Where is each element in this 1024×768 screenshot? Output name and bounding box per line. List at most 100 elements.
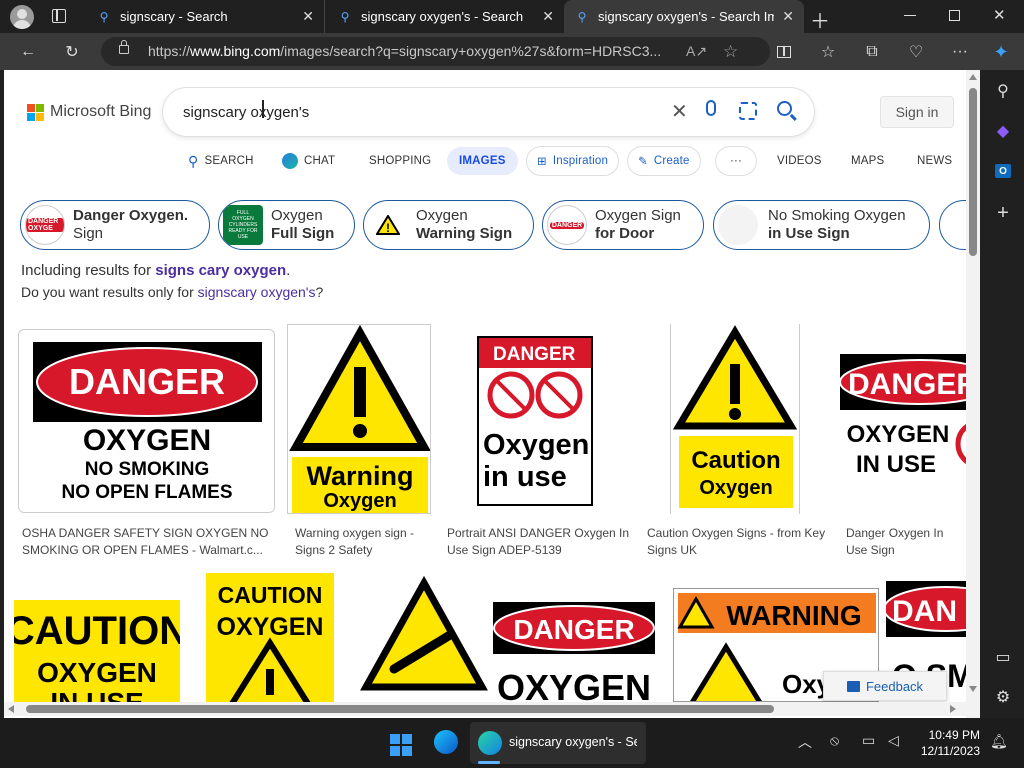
nav-images[interactable]: IMAGES bbox=[447, 146, 518, 176]
nav-inspiration[interactable]: ⊞ Inspiration bbox=[526, 146, 620, 176]
nav-videos[interactable]: VIDEOS bbox=[777, 146, 822, 176]
image-result[interactable]: DANGER Oxygen in use bbox=[477, 336, 593, 506]
chip-thumbnail: ! bbox=[368, 205, 408, 245]
close-tab-icon[interactable]: ✕ bbox=[302, 8, 314, 25]
scroll-up-arrow[interactable] bbox=[969, 74, 977, 80]
tab-signscary-oxygens-search[interactable]: ⚲ signscary oxygen's - Search ✕ bbox=[324, 0, 564, 33]
nav-create[interactable]: ✎ Create bbox=[627, 146, 701, 176]
image-result[interactable]: CAUTION OXYGEN IN USE bbox=[14, 600, 180, 702]
image-result[interactable]: DANGER OXYGEN IN USE bbox=[840, 324, 966, 514]
edge-preview-icon[interactable] bbox=[434, 730, 458, 754]
add-sidebar-app-icon[interactable]: + bbox=[992, 202, 1014, 224]
outlook-icon[interactable]: O bbox=[992, 160, 1014, 182]
tab-actions-icon[interactable] bbox=[52, 9, 66, 23]
image-result[interactable]: CAUTION OXYGEN bbox=[206, 573, 334, 702]
tab-signscary-search[interactable]: ⚲ signscary - Search ✕ bbox=[84, 0, 324, 33]
search-box[interactable]: ✕ bbox=[163, 88, 814, 136]
did-you-mean-link[interactable]: signscary oxygen's bbox=[198, 284, 316, 300]
nav-chat[interactable]: CHAT bbox=[282, 146, 335, 176]
bing-logo[interactable]: Microsoft Bing bbox=[27, 103, 151, 121]
sign-head: DANGER bbox=[848, 368, 966, 401]
horizontal-scroll-thumb[interactable] bbox=[26, 705, 774, 713]
sign-head: DANGER bbox=[493, 344, 576, 365]
vertical-scroll-thumb[interactable] bbox=[969, 88, 977, 256]
text-cursor-icon bbox=[262, 100, 264, 118]
feedback-icon bbox=[846, 680, 860, 692]
url-prefix: https:// bbox=[148, 43, 191, 59]
chip-thumbnail bbox=[718, 205, 758, 245]
browser-essentials-icon[interactable]: ♡ bbox=[905, 41, 927, 63]
image-caption[interactable]: Caution Oxygen Signs - from Key Signs UK bbox=[647, 525, 827, 559]
split-screen-icon[interactable] bbox=[773, 41, 795, 63]
taskbar-edge-app[interactable]: signscary oxygen's - Sea bbox=[470, 722, 646, 764]
including-term-link[interactable]: signs cary oxygen bbox=[155, 262, 286, 279]
horizontal-scrollbar[interactable] bbox=[4, 702, 966, 716]
copilot-icon[interactable]: ✦ bbox=[990, 41, 1012, 63]
feedback-button[interactable]: Feedback bbox=[823, 671, 947, 701]
nav-shopping[interactable]: SHOPPING bbox=[369, 146, 431, 176]
related-chip-oxygen-full-sign[interactable]: FULL OXYGEN CYLINDERS READY FOR USE Oxyg… bbox=[218, 200, 355, 250]
image-result[interactable]: DANGER OXYGEN NO SMOKING NO OPEN FLAMES bbox=[18, 329, 275, 513]
inspiration-pill[interactable]: ⊞ Inspiration bbox=[526, 146, 620, 176]
nav-maps[interactable]: MAPS bbox=[851, 146, 884, 176]
more-options-icon[interactable]: ··· bbox=[949, 41, 971, 63]
tab-signscary-oxygens-images[interactable]: ⚲ signscary oxygen's - Search Imag ✕ bbox=[564, 0, 804, 33]
close-tab-icon[interactable]: ✕ bbox=[542, 8, 554, 25]
related-chip-no-smoking-oxygen[interactable]: No Smoking Oxygen in Use Sign bbox=[713, 200, 930, 250]
clear-search-icon[interactable]: ✕ bbox=[671, 99, 688, 124]
image-caption[interactable]: OSHA DANGER SAFETY SIGN OXYGEN NO SMOKIN… bbox=[22, 525, 272, 559]
copilot-sidebar-icon[interactable]: ◆ bbox=[992, 120, 1014, 142]
image-caption[interactable]: Danger Oxygen In Use Sign bbox=[846, 525, 968, 559]
back-arrow-icon[interactable]: ← bbox=[17, 41, 39, 63]
nav-more[interactable]: ··· bbox=[715, 146, 757, 176]
sidebar-settings-gear-icon[interactable]: ⚙ bbox=[992, 686, 1014, 708]
search-icon[interactable] bbox=[777, 101, 792, 116]
network-off-icon[interactable]: ⦸ bbox=[830, 732, 839, 749]
sign-line1: CAUTION bbox=[14, 609, 180, 653]
visual-search-icon[interactable] bbox=[739, 102, 757, 120]
search-icon[interactable]: ⚲ bbox=[992, 80, 1014, 102]
image-result[interactable]: Caution Oxygen bbox=[670, 324, 800, 514]
nav-search[interactable]: ⚲ SEARCH bbox=[188, 146, 254, 176]
profile-avatar[interactable] bbox=[10, 5, 34, 29]
create-pill[interactable]: ✎ Create bbox=[627, 146, 701, 176]
refresh-icon[interactable]: ↻ bbox=[61, 41, 83, 63]
new-tab-button[interactable]: ＋ bbox=[810, 5, 830, 34]
image-caption[interactable]: Portrait ANSI DANGER Oxygen In Use Sign … bbox=[447, 525, 632, 559]
danger-sign-graphic: DANGER OXYGEN NO SMOKING NO OPEN FLAMES bbox=[33, 342, 262, 503]
read-aloud-icon[interactable]: A↗ bbox=[686, 37, 707, 66]
show-hidden-icons-chevron-icon[interactable]: ︿ bbox=[798, 732, 812, 752]
restore-button[interactable] bbox=[949, 10, 960, 21]
image-caption[interactable]: Warning oxygen sign - Signs 2 Safety bbox=[295, 525, 435, 559]
scroll-left-arrow[interactable] bbox=[8, 705, 14, 713]
favorites-icon[interactable]: ☆ bbox=[817, 41, 839, 63]
image-result[interactable] bbox=[360, 573, 488, 702]
search-input[interactable] bbox=[183, 100, 643, 124]
more-pill[interactable]: ··· bbox=[715, 146, 757, 176]
image-result[interactable]: Warning Oxygen bbox=[287, 324, 431, 514]
clock[interactable]: 10:49 PM 12/11/2023 bbox=[912, 727, 980, 759]
image-result[interactable]: DANGER OXYGEN bbox=[491, 600, 657, 702]
nav-news[interactable]: NEWS bbox=[917, 146, 952, 176]
related-chip-oxygen-sign-door[interactable]: DANGER Oxygen Sign for Door bbox=[542, 200, 704, 250]
related-chip-danger-oxygen[interactable]: DANGER OXYGE Danger Oxygen. Sign bbox=[20, 200, 210, 250]
sign-in-button[interactable]: Sign in bbox=[880, 96, 954, 128]
minimize-button[interactable] bbox=[904, 15, 916, 16]
notification-bell-icon[interactable]: 🔔︎ bbox=[990, 733, 1008, 750]
vertical-scrollbar[interactable] bbox=[966, 70, 980, 718]
microphone-icon[interactable] bbox=[706, 100, 716, 116]
collections-icon[interactable]: ⧉ bbox=[861, 41, 883, 63]
scroll-down-arrow[interactable] bbox=[969, 686, 977, 692]
sign-line3: IN USE bbox=[50, 687, 143, 702]
windows-start-icon[interactable] bbox=[390, 734, 412, 756]
related-chip-oxygen-warning-sign[interactable]: ! Oxygen Warning Sign bbox=[363, 200, 534, 250]
display-icon[interactable]: ▭ bbox=[862, 732, 875, 749]
volume-icon[interactable]: ◁ bbox=[888, 732, 899, 749]
address-bar[interactable]: https://www.bing.com/images/search?q=sig… bbox=[101, 37, 770, 66]
favorite-star-icon[interactable]: ☆ bbox=[723, 37, 738, 66]
scroll-right-arrow[interactable] bbox=[950, 705, 956, 713]
chip-line1: Oxygen bbox=[271, 207, 323, 224]
hide-sidebar-icon[interactable]: ▭ bbox=[992, 646, 1014, 668]
close-tab-icon[interactable]: ✕ bbox=[782, 8, 794, 25]
close-window-button[interactable]: ✕ bbox=[993, 6, 1006, 24]
